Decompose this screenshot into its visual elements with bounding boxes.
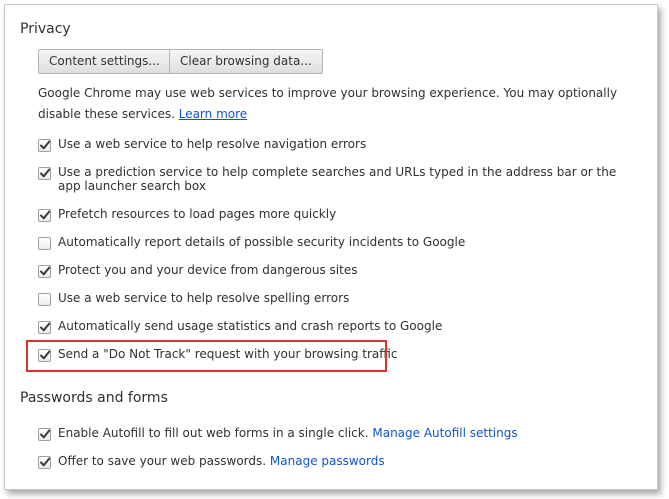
option-label: Enable Autofill to fill out web forms in…: [58, 426, 618, 440]
checkbox[interactable]: [38, 139, 51, 152]
privacy-heading: Privacy: [20, 21, 71, 37]
autofill-label-text: Enable Autofill to fill out web forms in…: [58, 426, 369, 440]
checkbox[interactable]: [38, 209, 51, 222]
checkbox[interactable]: [38, 265, 51, 278]
manage-passwords-link[interactable]: Manage passwords: [270, 454, 385, 468]
clear-browsing-data-button[interactable]: Clear browsing data...: [169, 49, 323, 74]
option-label: Use a web service to help resolve spelli…: [58, 291, 350, 305]
checkbox[interactable]: [38, 428, 51, 441]
checkbox[interactable]: [38, 167, 51, 180]
settings-panel: Privacy Content settings... Clear browsi…: [4, 4, 658, 490]
checkmark-icon: [40, 322, 51, 332]
do-not-track-highlight-box: [26, 340, 387, 372]
checkbox[interactable]: [38, 456, 51, 469]
option-label: Use a prediction service to help complet…: [58, 165, 617, 193]
option-label: Use a web service to help resolve naviga…: [58, 137, 367, 151]
passwords-forms-heading: Passwords and forms: [20, 390, 168, 406]
privacy-description-text: Google Chrome may use web services to im…: [38, 86, 618, 121]
checkmark-icon: [40, 457, 51, 467]
checkmark-icon: [40, 429, 51, 439]
content-settings-button[interactable]: Content settings...: [38, 49, 171, 74]
learn-more-link[interactable]: Learn more: [179, 107, 247, 121]
checkmark-icon: [40, 266, 51, 276]
option-label: Offer to save your web passwords. Manage…: [58, 454, 618, 468]
privacy-description: Google Chrome may use web services to im…: [38, 83, 628, 125]
checkmark-icon: [40, 140, 51, 150]
checkbox[interactable]: [38, 321, 51, 334]
checkmark-icon: [40, 210, 51, 220]
checkmark-icon: [40, 168, 51, 178]
checkbox[interactable]: [38, 293, 51, 306]
manage-autofill-link[interactable]: Manage Autofill settings: [372, 426, 517, 440]
option-label: Automatically send usage statistics and …: [58, 319, 443, 333]
checkbox[interactable]: [38, 237, 51, 250]
option-label: Protect you and your device from dangero…: [58, 263, 358, 277]
option-label: Automatically report details of possible…: [58, 235, 466, 249]
save-passwords-label-text: Offer to save your web passwords.: [58, 454, 267, 468]
option-label: Prefetch resources to load pages more qu…: [58, 207, 337, 221]
